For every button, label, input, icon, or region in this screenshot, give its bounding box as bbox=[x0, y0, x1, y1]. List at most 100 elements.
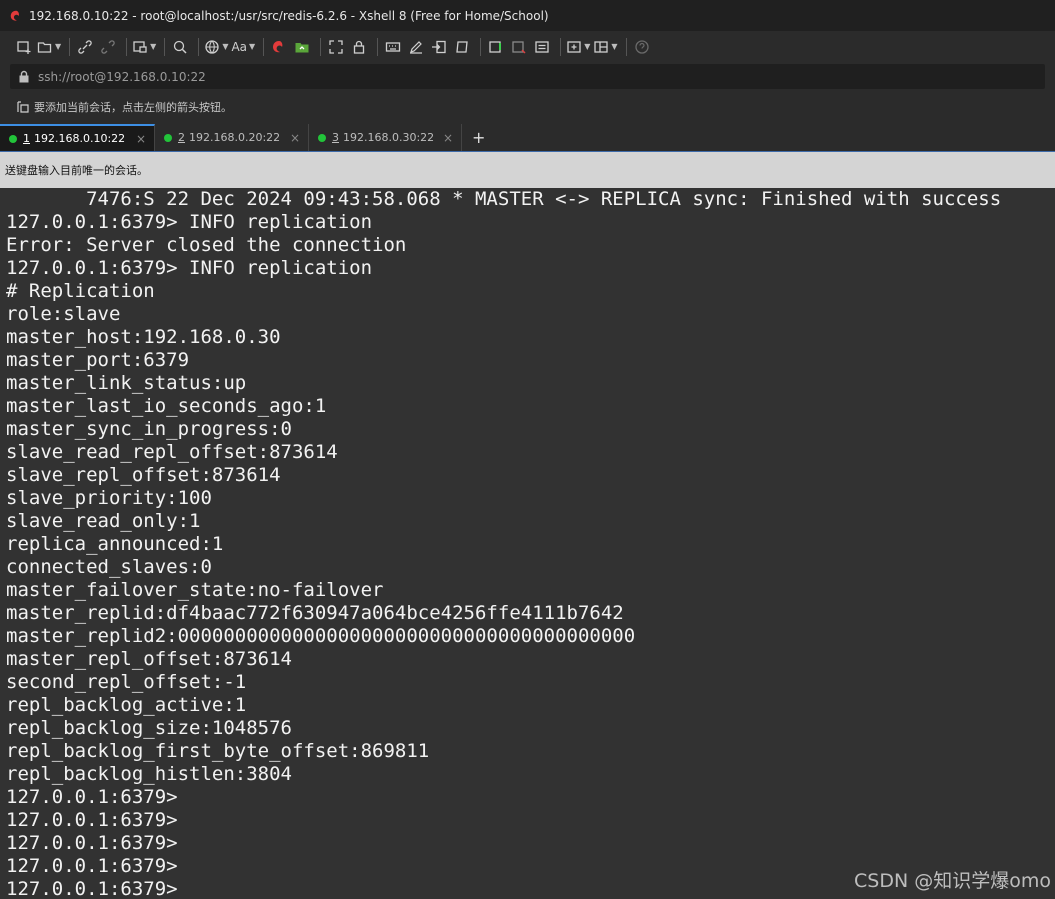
xftp-button[interactable] bbox=[292, 36, 312, 58]
lock-icon bbox=[19, 70, 29, 83]
tab-session-1[interactable]: 1 192.168.0.10:22 × bbox=[0, 124, 155, 151]
terminal-line: master_replid:df4baac772f630947a064bce42… bbox=[6, 602, 624, 624]
tab-session-3[interactable]: 3 192.168.0.30:22 × bbox=[309, 124, 462, 151]
terminal-line: master_link_status:up bbox=[6, 372, 247, 394]
terminal-line: second_repl_offset:-1 bbox=[6, 671, 247, 693]
keyboard-button[interactable] bbox=[383, 36, 403, 58]
link-icon bbox=[78, 39, 92, 54]
terminal-line: master_repl_offset:873614 bbox=[6, 648, 292, 670]
layout2-icon bbox=[567, 40, 581, 53]
help-icon bbox=[634, 39, 649, 54]
reconnect-button[interactable] bbox=[75, 36, 95, 58]
new-tab-button[interactable]: ▼ bbox=[566, 36, 590, 58]
tab-number: 1 bbox=[23, 132, 30, 145]
fullscreen-icon bbox=[329, 39, 343, 54]
script-button[interactable] bbox=[452, 36, 472, 58]
lock-icon bbox=[354, 40, 365, 54]
highlight-button[interactable] bbox=[406, 36, 426, 58]
chevron-down-icon: ▼ bbox=[249, 42, 256, 51]
disconnect-button[interactable] bbox=[98, 36, 118, 58]
encoding-button[interactable]: ▼ bbox=[204, 36, 228, 58]
terminal-line: connected_slaves:0 bbox=[6, 556, 212, 578]
terminal-line: master_failover_state:no-failover bbox=[6, 579, 384, 601]
terminal-line: repl_backlog_histlen:3804 bbox=[6, 763, 292, 785]
terminal-line: role:slave bbox=[6, 303, 121, 325]
chevron-down-icon: ▼ bbox=[584, 42, 591, 51]
terminal-line: slave_priority:100 bbox=[6, 487, 212, 509]
toolbar-divider bbox=[320, 37, 322, 56]
tab-label: 192.168.0.20:22 bbox=[189, 131, 281, 144]
terminal-line: master_last_io_seconds_ago:1 bbox=[6, 395, 327, 417]
close-icon[interactable]: × bbox=[290, 131, 300, 145]
close-icon[interactable]: × bbox=[136, 132, 146, 146]
terminal-line: repl_backlog_first_byte_offset:869811 bbox=[6, 740, 430, 762]
terminal-line: master_port:6379 bbox=[6, 349, 190, 371]
terminal-line: master_replid2:0000000000000000000000000… bbox=[6, 625, 636, 647]
chevron-down-icon: ▼ bbox=[222, 42, 229, 51]
terminal-line: Error: Server closed the connection bbox=[6, 234, 407, 256]
split-button[interactable]: ▼ bbox=[593, 36, 618, 58]
toolbar-divider bbox=[126, 37, 128, 56]
address-field[interactable]: ssh://root@192.168.0.10:22 bbox=[10, 64, 1045, 89]
open-folder-icon bbox=[37, 41, 52, 53]
help-button[interactable] bbox=[632, 36, 652, 58]
keyboard-icon bbox=[386, 41, 401, 52]
terminal-line: slave_read_repl_offset:873614 bbox=[6, 441, 338, 463]
xshell-button[interactable] bbox=[269, 36, 289, 58]
tab-label: 192.168.0.30:22 bbox=[343, 131, 435, 144]
terminal-line: 127.0.0.1:6379> bbox=[6, 832, 178, 854]
toolbar-divider bbox=[198, 37, 200, 56]
transfer-icon bbox=[432, 40, 446, 53]
session-hint-bar: 要添加当前会话，点击左侧的箭头按钮。 bbox=[0, 91, 1055, 123]
connected-status-icon bbox=[318, 133, 326, 142]
session-hint-text: 要添加当前会话，点击左侧的箭头按钮。 bbox=[34, 101, 232, 114]
layout-button[interactable]: ▼ bbox=[132, 36, 156, 58]
close-icon[interactable]: × bbox=[443, 131, 453, 145]
transfer-button[interactable] bbox=[429, 36, 449, 58]
address-bar: ssh://root@192.168.0.10:22 bbox=[0, 62, 1055, 91]
terminal-line: master_sync_in_progress:0 bbox=[6, 418, 292, 440]
tab-bar: 1 192.168.0.10:22 × 2 192.168.0.20:22 × … bbox=[0, 123, 1055, 152]
toolbar-divider bbox=[69, 37, 71, 56]
tab-number: 3 bbox=[332, 131, 339, 144]
toolbar-divider bbox=[560, 37, 562, 56]
fullscreen-button[interactable] bbox=[326, 36, 346, 58]
lock-button[interactable] bbox=[349, 36, 369, 58]
toolbar: ▼ ▼ ▼ Aa ▼ ▼ ▼ bbox=[0, 31, 1055, 62]
session-arrow-icon[interactable] bbox=[16, 100, 30, 114]
terminal-output[interactable]: 7476:S 22 Dec 2024 09:43:58.068 * MASTER… bbox=[0, 188, 1055, 899]
find-button[interactable] bbox=[170, 36, 190, 58]
terminal-line: slave_repl_offset:873614 bbox=[6, 464, 281, 486]
pen-icon bbox=[410, 40, 423, 54]
new-session-button[interactable] bbox=[14, 36, 34, 58]
notes-icon bbox=[535, 40, 549, 53]
compose-button[interactable] bbox=[486, 36, 506, 58]
notice-text: 送键盘输入目前唯一的会话。 bbox=[5, 164, 148, 177]
terminal-line: # Replication bbox=[6, 280, 155, 302]
xshell-logo-icon bbox=[273, 40, 283, 52]
toolbar-divider bbox=[377, 37, 379, 56]
compose-bar-icon bbox=[512, 40, 526, 54]
window-title: 192.168.0.10:22 - root@localhost:/usr/sr… bbox=[29, 8, 549, 23]
tab-label: 192.168.0.10:22 bbox=[34, 132, 126, 145]
add-tab-button[interactable]: + bbox=[462, 124, 495, 151]
tab-number: 2 bbox=[178, 131, 185, 144]
globe-icon bbox=[205, 39, 219, 54]
open-button[interactable]: ▼ bbox=[37, 36, 61, 58]
terminal-line: repl_backlog_active:1 bbox=[6, 694, 247, 716]
terminal-line: repl_backlog_size:1048576 bbox=[6, 717, 292, 739]
xftp-icon bbox=[295, 42, 309, 52]
script-icon bbox=[456, 40, 468, 53]
chevron-down-icon: ▼ bbox=[611, 42, 618, 51]
terminal-line: 127.0.0.1:6379> INFO replication bbox=[6, 211, 373, 233]
compose-icon bbox=[489, 40, 502, 53]
chevron-down-icon: ▼ bbox=[150, 42, 157, 51]
tab-session-2[interactable]: 2 192.168.0.20:22 × bbox=[155, 124, 309, 151]
notes-button[interactable] bbox=[532, 36, 552, 58]
font-icon: Aa bbox=[231, 39, 248, 54]
toolbar-divider bbox=[263, 37, 265, 56]
new-session-icon bbox=[17, 40, 31, 54]
compose-bar-button[interactable] bbox=[509, 36, 529, 58]
font-button[interactable]: Aa ▼ bbox=[231, 36, 255, 58]
toolbar-divider bbox=[164, 37, 166, 56]
